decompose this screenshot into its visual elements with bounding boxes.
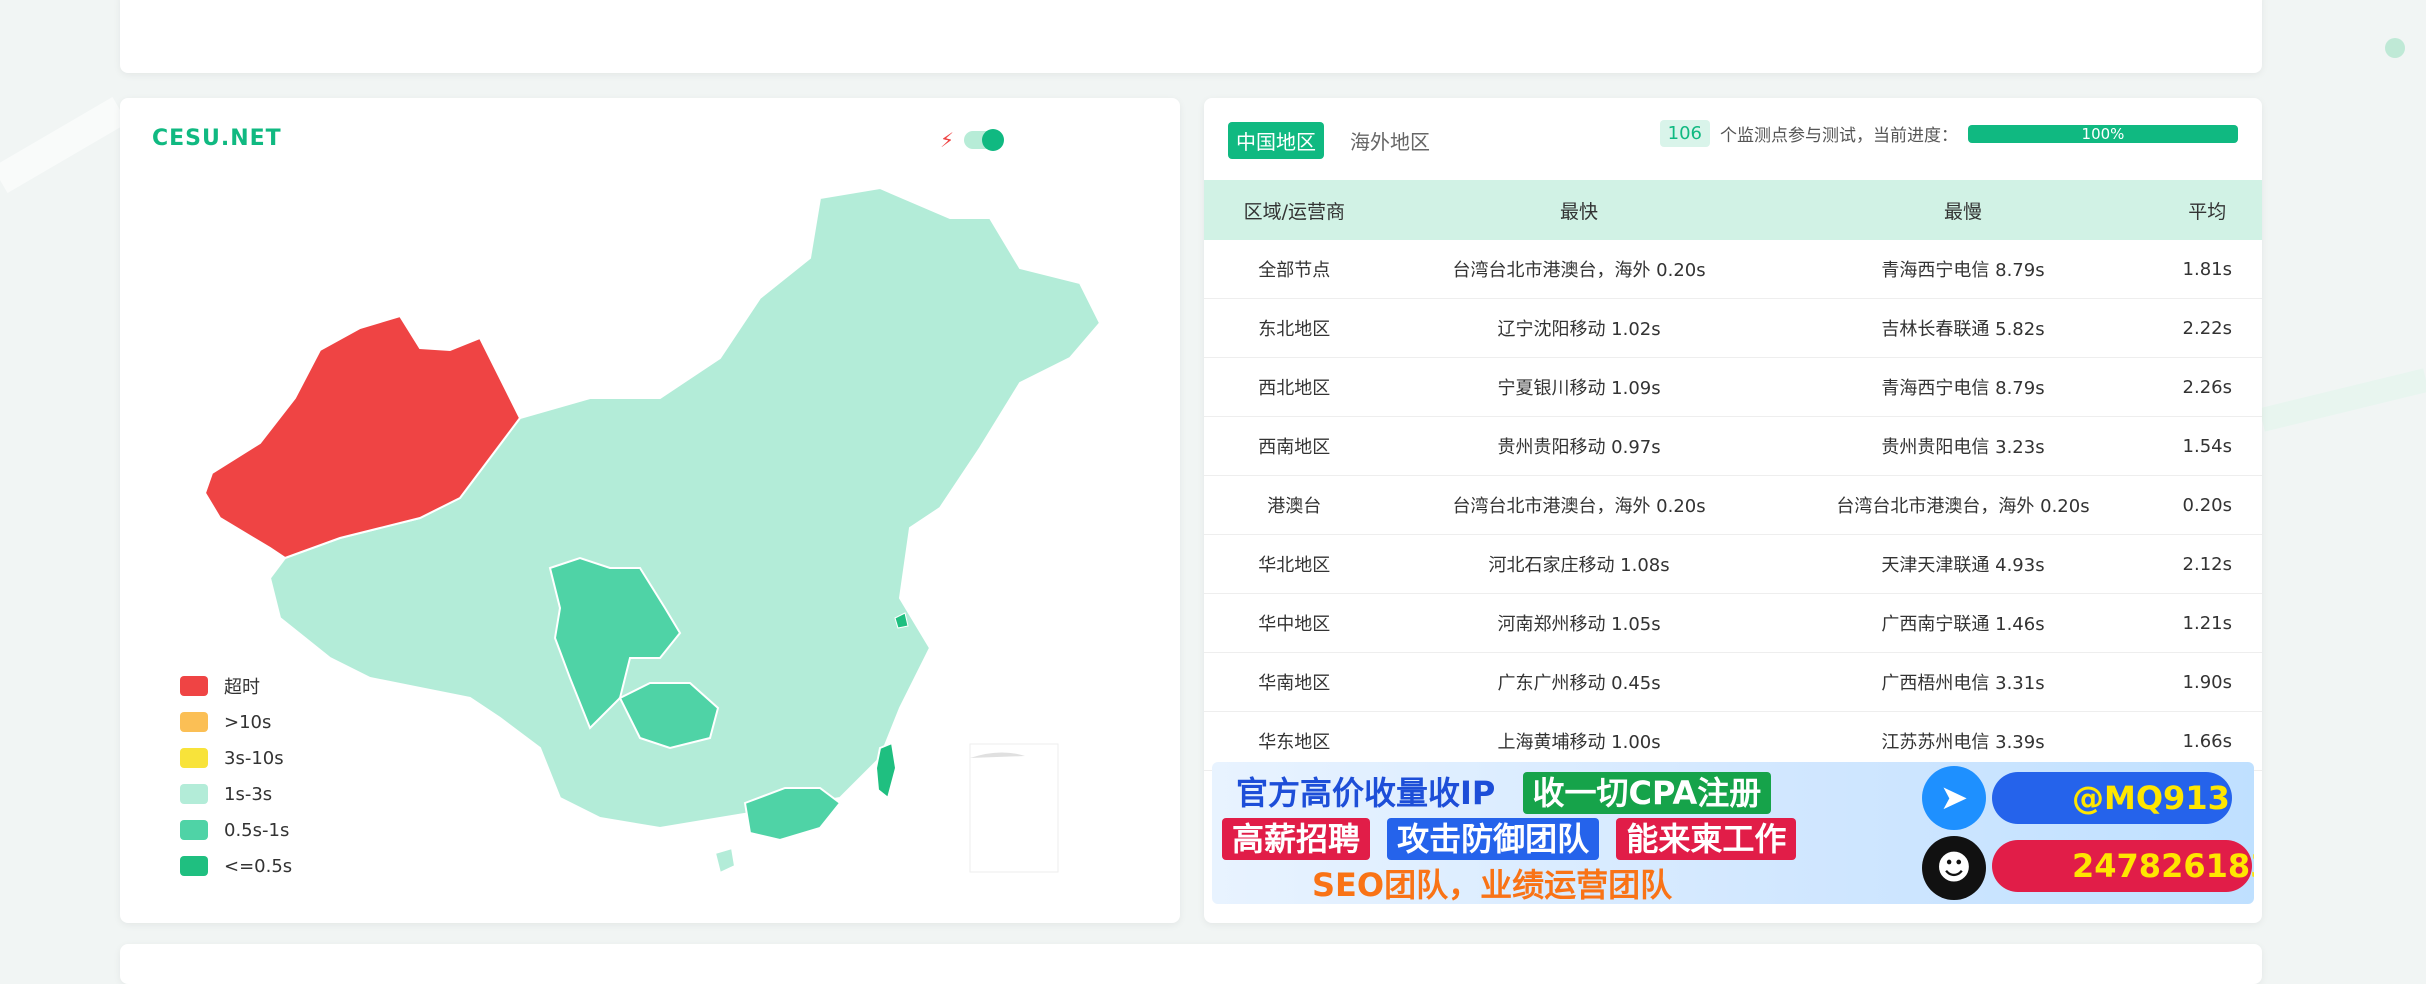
- table-header-row: 区域/运营商 最快 最慢 平均: [1204, 180, 2262, 240]
- bottom-card: [120, 944, 2262, 984]
- results-table: 区域/运营商 最快 最慢 平均 全部节点 台湾台北市港澳台，海外 0.20s 青海西…: [1204, 180, 2262, 771]
- cell-average: 1.54s: [2152, 416, 2262, 476]
- table-row: 华中地区 河南郑州移动 1.05s 广西南宁联通 1.46s 1.21s: [1204, 593, 2262, 653]
- telegram-icon: ➤: [1922, 766, 1986, 830]
- cell-fastest: 辽宁沈阳移动 1.02s: [1384, 298, 1774, 358]
- ad-line-3: SEO团队，业绩运营团队: [1312, 866, 1673, 904]
- ad-line-1: 官方高价收量收IP 收一切CPA注册: [1236, 768, 1772, 814]
- col-region: 区域/运营商: [1204, 180, 1385, 240]
- cell-region: 西南地区: [1204, 416, 1385, 476]
- cell-fastest: 河北石家庄移动 1.08s: [1384, 534, 1774, 594]
- col-average: 平均: [2152, 180, 2262, 240]
- cell-average: 1.90s: [2152, 652, 2262, 712]
- cell-average: 2.12s: [2152, 534, 2262, 594]
- progress-percent: 100%: [2081, 124, 2125, 143]
- tab-china[interactable]: 中国地区: [1228, 122, 1324, 159]
- monitor-count: 106: [1659, 120, 1710, 147]
- cell-slowest: 青海西宁电信 8.79s: [1773, 240, 2153, 299]
- map-region-taiwan: [874, 741, 898, 800]
- table-row: 全部节点 台湾台北市港澳台，海外 0.20s 青海西宁电信 8.79s 1.81s: [1204, 240, 2262, 299]
- cell-slowest: 青海西宁电信 8.79s: [1773, 357, 2153, 417]
- cell-region: 华北地区: [1204, 534, 1385, 594]
- tab-overseas[interactable]: 海外地区: [1342, 122, 1438, 159]
- progress-info: 106 个监测点参与测试，当前进度： 100%: [1659, 120, 2238, 147]
- cell-region: 东北地区: [1204, 298, 1385, 358]
- cell-region: 全部节点: [1204, 240, 1385, 299]
- legend-item: <=0.5s: [180, 848, 292, 884]
- map-region-hainan: [713, 846, 737, 875]
- legend-item: 3s-10s: [180, 740, 292, 776]
- ad-line-2: 高薪招聘 攻击防御团队 能来柬工作: [1222, 814, 1797, 860]
- qq-pill: 2478261833: [1992, 840, 2254, 892]
- table-row: 港澳台 台湾台北市港澳台，海外 0.20s 台湾台北市港澳台，海外 0.20s 0.2…: [1204, 475, 2262, 535]
- ad-banner[interactable]: 官方高价收量收IP 收一切CPA注册 高薪招聘 攻击防御团队 能来柬工作 SEO…: [1212, 762, 2254, 904]
- legend-item: >10s: [180, 704, 292, 740]
- table-row: 东北地区 辽宁沈阳移动 1.02s 吉林长春联通 5.82s 2.22s: [1204, 298, 2262, 358]
- legend-item: 1s-3s: [180, 776, 292, 812]
- table-row: 西南地区 贵州贵阳移动 0.97s 贵州贵阳电信 3.23s 1.54s: [1204, 416, 2262, 476]
- map-panel: CESU.NET ⚡ 超时 >10s 3s-10s 1s-3s 0.5s-1s …: [120, 98, 1180, 923]
- cell-region: 港澳台: [1204, 475, 1385, 535]
- cell-fastest: 宁夏银川移动 1.09s: [1384, 357, 1774, 417]
- south-sea-inset: [969, 743, 1059, 873]
- cell-region: 华南地区: [1204, 652, 1385, 712]
- map-legend: 超时 >10s 3s-10s 1s-3s 0.5s-1s <=0.5s: [180, 668, 292, 884]
- col-slowest: 最慢: [1773, 180, 2153, 240]
- qq-icon: ☻: [1922, 836, 1986, 900]
- cell-average: 2.22s: [2152, 298, 2262, 358]
- cell-slowest: 吉林长春联通 5.82s: [1773, 298, 2153, 358]
- telegram-pill: @MQ913: [1992, 772, 2232, 824]
- table-row: 西北地区 宁夏银川移动 1.09s 青海西宁电信 8.79s 2.26s: [1204, 357, 2262, 417]
- cell-region: 西北地区: [1204, 357, 1385, 417]
- cell-region: 华中地区: [1204, 593, 1385, 653]
- cell-fastest: 台湾台北市港澳台，海外 0.20s: [1384, 240, 1774, 299]
- cell-average: 1.81s: [2152, 240, 2262, 299]
- cell-fastest: 贵州贵阳移动 0.97s: [1384, 416, 1774, 476]
- table-row: 华北地区 河北石家庄移动 1.08s 天津天津联通 4.93s 2.12s: [1204, 534, 2262, 594]
- cell-fastest: 河南郑州移动 1.05s: [1384, 593, 1774, 653]
- cell-fastest: 广东广州移动 0.45s: [1384, 652, 1774, 712]
- cell-slowest: 广西梧州电信 3.31s: [1773, 652, 2153, 712]
- cell-slowest: 台湾台北市港澳台，海外 0.20s: [1773, 475, 2153, 535]
- cell-average: 2.26s: [2152, 357, 2262, 417]
- cell-fastest: 台湾台北市港澳台，海外 0.20s: [1384, 475, 1774, 535]
- cell-slowest: 天津天津联通 4.93s: [1773, 534, 2153, 594]
- legend-item: 0.5s-1s: [180, 812, 292, 848]
- cell-average: 1.21s: [2152, 593, 2262, 653]
- legend-item: 超时: [180, 668, 292, 704]
- top-card: [120, 0, 2262, 73]
- col-fastest: 最快: [1384, 180, 1774, 240]
- cell-slowest: 贵州贵阳电信 3.23s: [1773, 416, 2153, 476]
- cell-average: 0.20s: [2152, 475, 2262, 535]
- cell-slowest: 广西南宁联通 1.46s: [1773, 593, 2153, 653]
- progress-text: 个监测点参与测试，当前进度：: [1720, 126, 1958, 146]
- results-panel: 中国地区 海外地区 106 个监测点参与测试，当前进度： 100% 区域/运营商…: [1204, 98, 2262, 923]
- progress-bar: 100%: [1968, 124, 2238, 143]
- region-tabs: 中国地区 海外地区: [1228, 122, 1438, 159]
- table-row: 华南地区 广东广州移动 0.45s 广西梧州电信 3.31s 1.90s: [1204, 652, 2262, 712]
